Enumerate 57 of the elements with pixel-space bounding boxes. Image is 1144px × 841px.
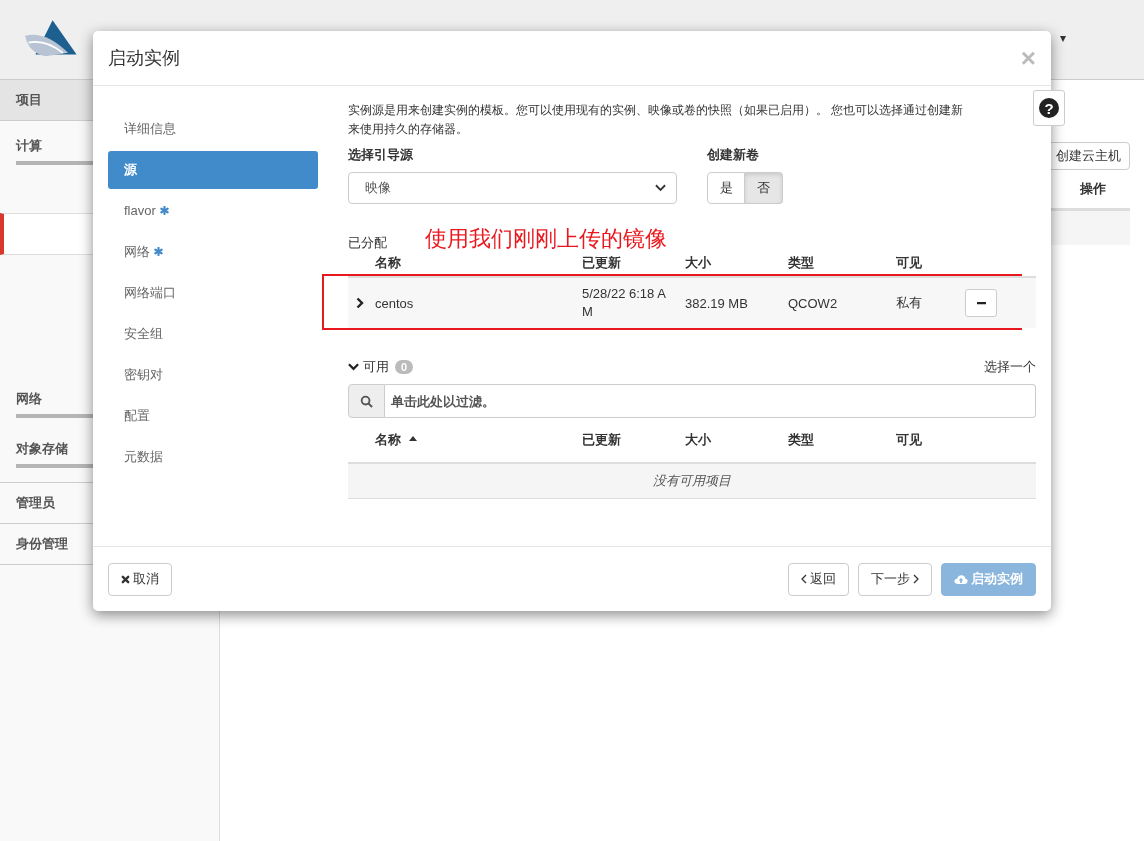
column-header[interactable]: 可见 (896, 431, 965, 449)
search-icon (360, 394, 373, 408)
field-label: 选择引导源 (348, 146, 414, 164)
section-title: 已分配 (348, 234, 387, 252)
help-button[interactable]: ? (1033, 90, 1065, 126)
table-cell-text: 5/28/22 6:18 AM (582, 285, 667, 321)
boot-source-select[interactable]: 映像 (348, 172, 677, 204)
wizard-step[interactable]: 网络 (108, 233, 318, 271)
column-header: 已更新 (582, 254, 622, 272)
next-button[interactable]: 下一步 (858, 562, 932, 596)
chevron-right-icon (913, 574, 919, 584)
column-header: 名称 (375, 254, 402, 272)
toggle-option[interactable]: 否 (745, 172, 783, 204)
section-title: 可用 (363, 358, 389, 376)
modal-title: 启动实例 (108, 47, 180, 70)
cloud-upload-icon (954, 573, 968, 585)
table-cell-text: 382.19 MB (685, 295, 749, 311)
expand-icon[interactable] (356, 297, 364, 309)
empty-message: 没有可用项目 (653, 472, 731, 490)
asterisk-icon (154, 247, 163, 256)
wizard-step[interactable]: 元数据 (108, 438, 318, 476)
sort-icon (409, 436, 417, 441)
filter-field[interactable]: 单击此处以过滤。 (385, 384, 1036, 418)
cancel-button[interactable]: 取消 (108, 562, 172, 596)
back-button[interactable]: 返回 (788, 562, 849, 596)
wizard-step[interactable]: 安全组 (108, 315, 318, 353)
wizard-step[interactable]: 配置 (108, 397, 318, 435)
wizard-step[interactable]: flavor (108, 192, 318, 230)
column-header[interactable]: 大小 (685, 431, 788, 449)
table-cell-text: 私有 (896, 294, 923, 312)
wizard-step[interactable]: 网络端口 (108, 274, 318, 312)
chevron-left-icon (801, 574, 807, 584)
minus-icon (975, 301, 987, 305)
column-header: 可见 (896, 254, 923, 272)
column-header[interactable]: 名称 (375, 431, 582, 449)
select-hint: 选择一个 (984, 358, 1036, 376)
column-header: 类型 (788, 254, 815, 272)
wizard-step[interactable]: 详细信息 (108, 110, 318, 148)
wizard-step[interactable]: 密钥对 (108, 356, 318, 394)
column-header[interactable]: 类型 (788, 431, 896, 449)
column-header: 操作 (1080, 180, 1106, 198)
table-cell-text: QCOW2 (788, 295, 839, 311)
wizard-step[interactable]: 源 (108, 151, 318, 189)
menu-caret[interactable]: ▾ (1059, 30, 1066, 45)
asterisk-icon (159, 206, 169, 215)
description-text: 来使用持久的存储器。 (348, 121, 469, 138)
column-header: 大小 (685, 254, 712, 272)
column-header[interactable]: 已更新 (582, 431, 685, 449)
close-icon (121, 574, 130, 584)
toggle-option[interactable]: 是 (707, 172, 745, 204)
count-badge: 0 (395, 360, 414, 374)
field-label: 创建新卷 (707, 146, 760, 164)
chevron-icon[interactable] (348, 363, 359, 371)
table-cell-text: centos (375, 295, 415, 311)
description-text: 实例源是用来创建实例的模板。您可以使用现有的实例、映像或卷的快照（如果已启用）。 您也可以选择通过创建新 (348, 102, 965, 119)
annotation-text: 使用我们刚刚上传的镜像 (425, 226, 667, 252)
chevron-icon (655, 184, 666, 192)
